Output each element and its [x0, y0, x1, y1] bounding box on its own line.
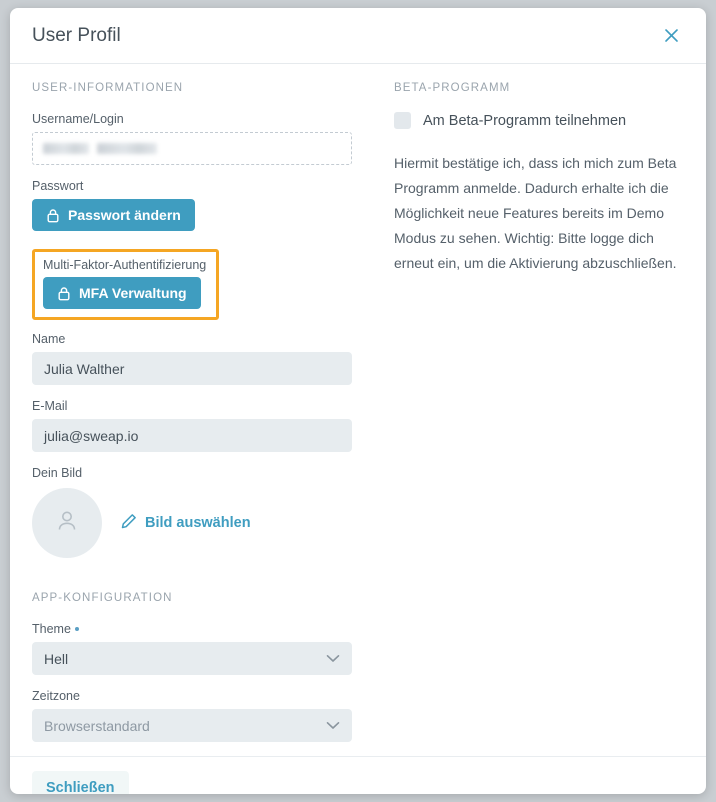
chevron-down-icon — [326, 654, 340, 663]
label-name: Name — [32, 332, 66, 346]
label-timezone: Zeitzone — [32, 689, 80, 703]
beta-program-column: BETA-PROGRAMM Am Beta-Programm teilnehme… — [384, 82, 684, 276]
modal-header: User Profil — [10, 8, 706, 64]
user-information-column: USER-INFORMATIONEN Username/Login Passwo… — [32, 82, 384, 756]
select-picture-label: Bild auswählen — [145, 515, 251, 531]
label-email: E-Mail — [32, 399, 68, 413]
redacted-text — [97, 143, 157, 154]
label-password: Passwort — [32, 179, 84, 193]
beta-description: Hiermit bestätige ich, dass ich mich zum… — [394, 155, 677, 271]
modal-body: USER-INFORMATIONEN Username/Login Passwo… — [10, 64, 706, 756]
timezone-selected-value: Browserstandard — [44, 717, 150, 734]
mfa-management-button[interactable]: MFA Verwaltung — [43, 277, 201, 309]
user-avatar-icon — [55, 508, 79, 539]
beta-participation-checkbox[interactable] — [394, 112, 411, 129]
field-name: Name Julia Walther — [32, 332, 384, 385]
modal-footer: Schließen — [10, 756, 706, 794]
timezone-select[interactable]: Browserstandard — [32, 709, 352, 742]
theme-select[interactable]: Hell — [32, 642, 352, 675]
name-input[interactable]: Julia Walther — [32, 352, 352, 385]
section-title-app-configuration: APP-KONFIGURATION — [32, 592, 173, 604]
change-password-button[interactable]: Passwort ändern — [32, 199, 195, 231]
field-timezone: Zeitzone Browserstandard — [32, 689, 384, 742]
label-mfa: Multi-Faktor-Authentifizierung — [43, 258, 207, 272]
close-button[interactable]: Schließen — [32, 770, 129, 794]
field-username: Username/Login — [32, 112, 384, 165]
mfa-highlight-box: Multi-Faktor-Authentifizierung MFA Verwa… — [32, 249, 220, 320]
field-password: Passwort Passwort ändern — [32, 179, 384, 231]
close-icon[interactable] — [658, 23, 684, 49]
user-profile-modal: User Profil USER-INFORMATIONEN Username/… — [10, 8, 706, 794]
chevron-down-icon — [326, 721, 340, 730]
beta-participation-label: Am Beta-Programm teilnehmen — [423, 112, 627, 129]
email-input[interactable]: julia@sweap.io — [32, 419, 352, 452]
required-marker — [74, 626, 79, 631]
beta-participation-row[interactable]: Am Beta-Programm teilnehmen — [394, 112, 684, 129]
label-profile-picture: Dein Bild — [32, 466, 83, 480]
pencil-icon — [120, 513, 137, 534]
avatar — [32, 488, 102, 558]
username-input[interactable] — [32, 132, 352, 165]
section-title-user-information: USER-INFORMATIONEN — [32, 82, 184, 94]
lock-icon — [57, 286, 71, 301]
label-theme: Theme — [32, 622, 384, 636]
page-title: User Profil — [32, 24, 121, 46]
lock-icon — [46, 208, 60, 223]
label-username: Username/Login — [32, 112, 124, 126]
field-profile-picture: Dein Bild Bild auswählen — [32, 466, 384, 558]
field-theme: Theme Hell — [32, 622, 384, 675]
section-title-beta-program: BETA-PROGRAMM — [394, 82, 511, 94]
theme-selected-value: Hell — [44, 650, 69, 667]
mfa-management-label: MFA Verwaltung — [79, 285, 187, 301]
redacted-text — [43, 143, 89, 154]
avatar-row: Bild auswählen — [32, 488, 384, 558]
change-password-label: Passwort ändern — [68, 207, 181, 223]
field-email: E-Mail julia@sweap.io — [32, 399, 384, 452]
select-picture-link[interactable]: Bild auswählen — [120, 513, 251, 534]
